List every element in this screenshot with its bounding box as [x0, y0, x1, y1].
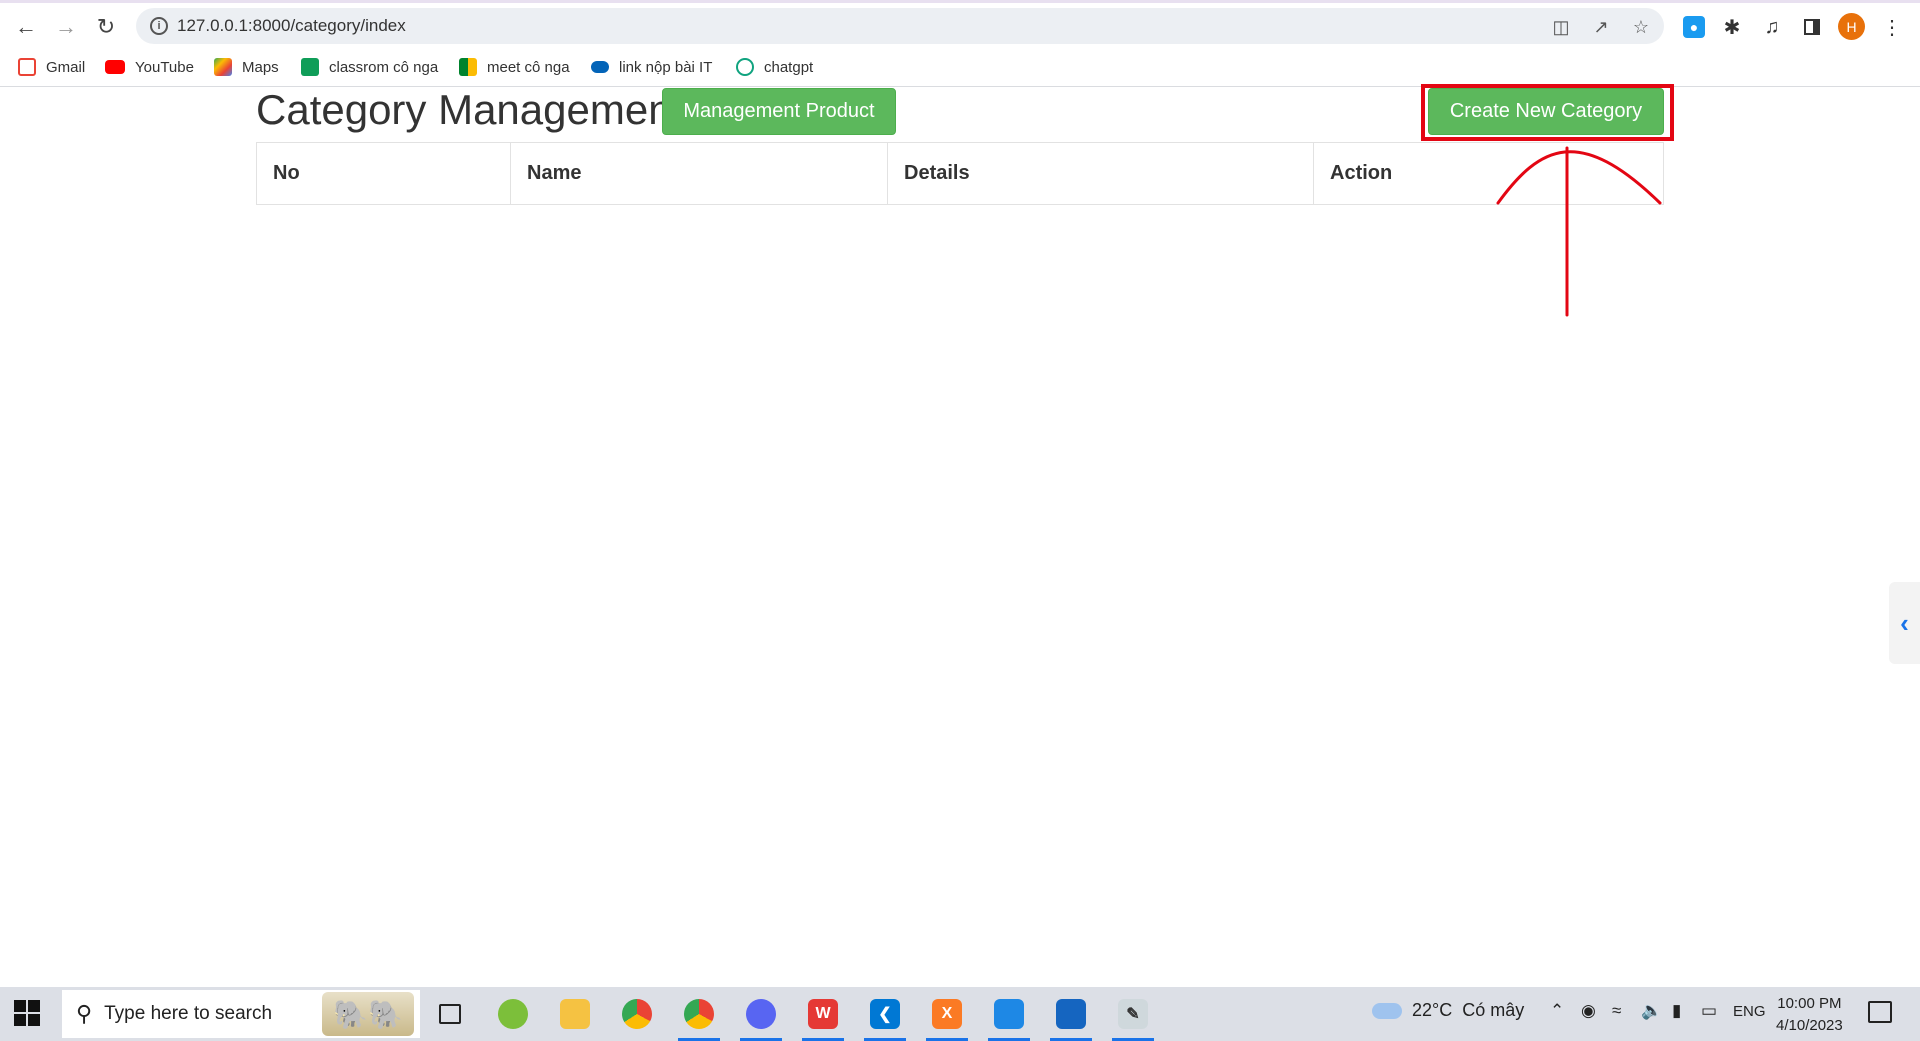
- management-product-button[interactable]: Management Product: [662, 88, 896, 135]
- cloud-icon: [1372, 1002, 1402, 1019]
- create-new-category-button[interactable]: Create New Category: [1428, 88, 1664, 135]
- weather-condition: Có mây: [1462, 1000, 1525, 1020]
- bookmark-label: classrom cô nga: [329, 58, 439, 76]
- browser-toolbar: ← → ↻ i 127.0.0.1:8000/category/index ◫ …: [0, 3, 1920, 47]
- bookmark-label: meet cô nga: [487, 58, 570, 76]
- wifi-icon[interactable]: ≈: [1612, 1001, 1621, 1021]
- remote-desktop-icon[interactable]: [984, 993, 1034, 1041]
- system-clock[interactable]: 10:00 PM 4/10/2023: [1776, 993, 1843, 1037]
- file-explorer-icon[interactable]: [550, 993, 600, 1035]
- taskbar-search[interactable]: ⚲ Type here to search 🐘🐘: [62, 990, 420, 1038]
- onedrive-icon: [591, 61, 609, 73]
- bookmark-youtube[interactable]: YouTube: [105, 56, 194, 78]
- table-header-row: No Name Details Action: [256, 142, 1664, 205]
- battery-icon[interactable]: ▭: [1701, 1001, 1717, 1021]
- bookmarks-bar: Gmail YouTube Maps classrom cô nga meet …: [0, 47, 1920, 87]
- taskbar-search-placeholder: Type here to search: [104, 1003, 273, 1024]
- bookmark-label: YouTube: [135, 58, 194, 76]
- browser-menu-icon[interactable]: ⋮: [1878, 13, 1906, 41]
- bookmark-meet[interactable]: meet cô nga: [459, 56, 570, 78]
- language-indicator[interactable]: ENG: [1733, 1003, 1766, 1020]
- task-view-icon[interactable]: [425, 993, 475, 1035]
- chevron-up-icon[interactable]: ⌃: [1550, 1001, 1564, 1021]
- side-panel-toggle[interactable]: ‹: [1889, 582, 1920, 664]
- discord-icon[interactable]: [736, 993, 786, 1041]
- youtube-icon: [105, 60, 125, 74]
- record-icon[interactable]: ◉: [1581, 1001, 1596, 1021]
- site-info-icon[interactable]: i: [150, 17, 168, 35]
- reload-icon[interactable]: ↻: [90, 11, 122, 43]
- bookmark-label: chatgpt: [764, 58, 814, 76]
- bookmark-star-icon[interactable]: ☆: [1630, 16, 1652, 38]
- windows-taskbar: ⚲ Type here to search 🐘🐘 W ❮ X ✎ 22°C Có…: [0, 987, 1920, 1041]
- chevron-left-icon: ‹: [1900, 607, 1909, 638]
- annotation-arrow: [1496, 146, 1662, 317]
- bookmark-label: Gmail: [46, 58, 86, 76]
- column-header-name: Name: [510, 142, 888, 205]
- chrome-profile-icon[interactable]: [674, 993, 724, 1041]
- search-icon: ⚲: [76, 1001, 93, 1026]
- bookmark-onedrive[interactable]: link nộp bài IT: [591, 56, 712, 78]
- notification-center-icon[interactable]: [1868, 1001, 1892, 1023]
- weather-widget[interactable]: 22°C Có mây: [1372, 1000, 1524, 1021]
- address-url[interactable]: 127.0.0.1:8000/category/index: [177, 16, 406, 36]
- weather-temp: 22°C: [1412, 1000, 1453, 1020]
- volume-icon[interactable]: 🔈: [1641, 1001, 1662, 1021]
- coccoc-icon[interactable]: [488, 993, 538, 1035]
- bookmark-label: Maps: [242, 58, 279, 76]
- chatgpt-icon: [736, 58, 754, 76]
- bookmark-classroom[interactable]: classrom cô nga: [301, 56, 438, 78]
- xampp-icon[interactable]: X: [922, 993, 972, 1041]
- bookmark-chatgpt[interactable]: chatgpt: [736, 56, 813, 78]
- chrome-icon[interactable]: [612, 993, 662, 1035]
- vscode-icon[interactable]: ❮: [860, 993, 910, 1041]
- microphone-icon[interactable]: ▮: [1672, 1001, 1681, 1021]
- column-header-no: No: [256, 142, 511, 205]
- wps-office-icon[interactable]: W: [798, 993, 848, 1041]
- clock-date: 4/10/2023: [1776, 1017, 1843, 1034]
- category-table: No Name Details Action: [256, 142, 1664, 205]
- windows-start-icon[interactable]: [14, 1000, 40, 1026]
- classroom-icon: [301, 58, 319, 76]
- address-bar[interactable]: i 127.0.0.1:8000/category/index ◫ ↗ ☆: [136, 8, 1664, 44]
- bookmark-gmail[interactable]: Gmail: [18, 56, 85, 78]
- page-title: Category Management: [256, 86, 684, 133]
- maps-icon: [214, 58, 232, 76]
- forward-arrow-icon[interactable]: →: [50, 11, 82, 43]
- translate-icon[interactable]: ◫: [1550, 16, 1572, 38]
- bookmark-maps[interactable]: Maps: [214, 56, 279, 78]
- bookmark-label: link nộp bài IT: [619, 58, 713, 76]
- meet-icon: [459, 58, 477, 76]
- extension-drop-icon[interactable]: ●: [1680, 13, 1708, 41]
- paint-icon[interactable]: ✎: [1108, 993, 1158, 1041]
- share-icon[interactable]: ↗: [1590, 16, 1612, 38]
- photos-icon[interactable]: [1046, 993, 1096, 1041]
- clock-time: 10:00 PM: [1777, 995, 1842, 1012]
- media-control-icon[interactable]: ♫: [1758, 13, 1786, 41]
- profile-avatar[interactable]: H: [1838, 13, 1865, 40]
- gmail-icon: [18, 58, 36, 76]
- search-highlight-elephant-image: 🐘🐘: [322, 992, 414, 1036]
- side-panel-icon[interactable]: [1798, 13, 1826, 41]
- back-arrow-icon[interactable]: ←: [10, 11, 42, 43]
- column-header-details: Details: [887, 142, 1314, 205]
- extensions-puzzle-icon[interactable]: ✱: [1718, 13, 1746, 41]
